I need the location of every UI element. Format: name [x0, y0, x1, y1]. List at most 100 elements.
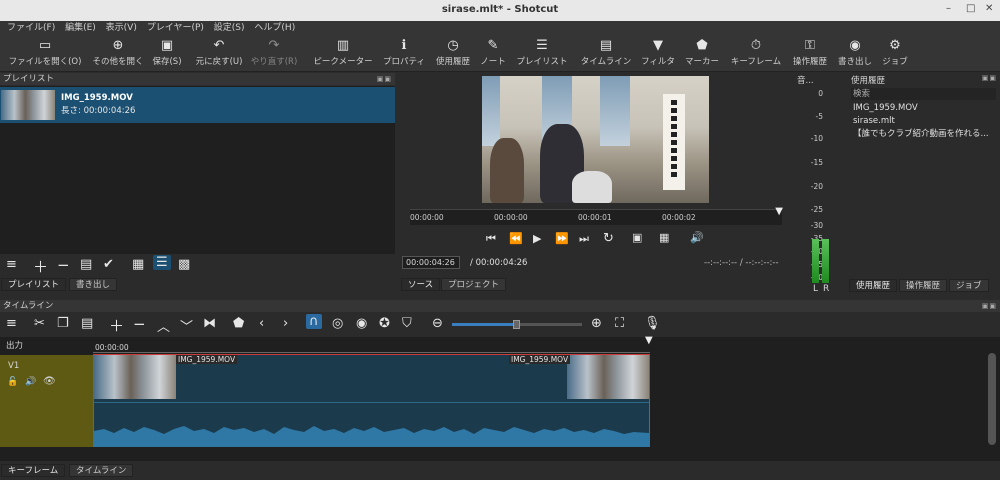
ripple-icon[interactable]: ◉: [356, 316, 367, 331]
timeline-button[interactable]: ▤ タイムライン: [578, 37, 634, 67]
menu-settings[interactable]: 設定(S): [214, 21, 245, 35]
append-icon[interactable]: ＋: [109, 315, 124, 336]
zoom-out-icon[interactable]: ⊖: [432, 316, 443, 331]
list-view-icon[interactable]: ☰: [153, 255, 171, 270]
save-button[interactable]: ▣ 保存(S): [150, 37, 184, 67]
playlist-item[interactable]: IMG_1959.MOV 長さ: 00:00:04:26: [0, 87, 395, 123]
tab-playlist[interactable]: プレイリスト: [1, 278, 67, 291]
player-ruler[interactable]: 00:00:00 00:00:00 00:00:01 00:00:02 ▼: [410, 206, 783, 225]
record-audio-icon[interactable]: 🎙: [644, 316, 661, 331]
export-button[interactable]: ◉ 書き出し: [836, 37, 874, 67]
mute-icon[interactable]: 🔊: [25, 377, 36, 387]
filter-button[interactable]: ▼ フィルタ: [640, 37, 676, 67]
overwrite-icon[interactable]: ﹀: [180, 316, 193, 335]
recent-search-input[interactable]: 検索: [851, 88, 996, 100]
play-icon[interactable]: ▶: [533, 232, 541, 245]
split-icon[interactable]: ⧓: [203, 316, 216, 331]
position-timecode-input[interactable]: 00:00:04:26: [402, 256, 460, 269]
menu-edit[interactable]: 編集(E): [65, 21, 96, 35]
open-file-button[interactable]: ▭ ファイルを開く(O): [8, 37, 82, 67]
recent-item[interactable]: 【誰でもクラブ紹介動画を作れる...: [851, 128, 996, 140]
redo-button[interactable]: ↷ やり直す(R): [248, 37, 300, 67]
remove-icon[interactable]: −: [133, 315, 146, 333]
copy-icon[interactable]: ❐: [57, 316, 69, 331]
next-marker-icon[interactable]: ›: [283, 316, 288, 331]
visibility-icon[interactable]: 👁: [43, 376, 56, 387]
window-title: sirase.mlt* - Shotcut: [441, 4, 559, 15]
recent-item[interactable]: sirase.mlt: [851, 115, 996, 127]
skip-start-icon[interactable]: ⏮: [486, 232, 496, 246]
peak-meter-button[interactable]: ▥ ピークメーター: [312, 37, 374, 67]
dock-buttons-icon[interactable]: ▣▣: [982, 74, 997, 82]
banner-image: [663, 94, 685, 190]
recent-button[interactable]: ◷ 使用履歴: [434, 37, 472, 67]
open-other-button[interactable]: ⊕ その他を開く: [88, 37, 148, 67]
details-view-icon[interactable]: ▦: [132, 257, 144, 272]
zoom-fit-icon[interactable]: ⛶: [615, 316, 624, 331]
tab-recent[interactable]: 使用履歴: [849, 279, 898, 292]
cut-icon[interactable]: ✂: [34, 316, 45, 331]
recent-item[interactable]: IMG_1959.MOV: [851, 102, 996, 114]
menu-icon[interactable]: ≡: [6, 257, 17, 272]
previous-marker-icon[interactable]: ‹: [259, 316, 264, 331]
dock-buttons-icon[interactable]: ▣▣: [377, 73, 392, 85]
tab-history[interactable]: 操作履歴: [899, 279, 948, 292]
update-icon[interactable]: ▤: [80, 257, 92, 272]
ripple-all-icon[interactable]: ✪: [379, 316, 390, 331]
lift-icon[interactable]: ︿: [157, 316, 170, 335]
skip-end-icon[interactable]: ⏭: [579, 232, 589, 246]
dock-buttons-icon[interactable]: ▣▣: [982, 300, 997, 312]
maximize-icon[interactable]: □: [966, 3, 975, 14]
fast-forward-icon[interactable]: ⏩: [555, 232, 569, 245]
recent-panel: 使用履歴 ▣▣ 検索 IMG_1959.MOV sirase.mlt 【誰でもク…: [849, 74, 1000, 296]
rewind-icon[interactable]: ⏪: [509, 232, 523, 245]
lock-icon[interactable]: 🔓: [7, 377, 18, 387]
track-header-v1[interactable]: V1 🔓 🔊 👁: [0, 355, 93, 447]
grid-icon[interactable]: ▦: [659, 231, 669, 244]
tab-export[interactable]: 書き出し: [69, 278, 118, 291]
properties-button[interactable]: ℹ プロパティ: [382, 37, 426, 67]
tab-timeline[interactable]: タイムライン: [69, 464, 134, 477]
loop-icon[interactable]: ↻: [603, 231, 614, 246]
zoom-slider[interactable]: [452, 320, 582, 329]
menu-help[interactable]: ヘルプ(H): [254, 21, 295, 35]
check-icon[interactable]: ✔: [103, 257, 114, 272]
tab-project[interactable]: プロジェクト: [441, 278, 507, 291]
menu-file[interactable]: ファイル(F): [7, 21, 55, 35]
history-button[interactable]: ⚿ 操作履歴: [790, 37, 830, 67]
close-icon[interactable]: ✕: [985, 3, 993, 14]
keyframe-button[interactable]: ⏱ キーフレーム: [728, 37, 784, 67]
jobs-button[interactable]: ⚙ ジョブ: [880, 37, 910, 67]
playlist-button[interactable]: ☰ プレイリスト: [514, 37, 570, 67]
notes-icon: ✎: [487, 38, 499, 53]
menu-view[interactable]: 表示(V): [106, 21, 137, 35]
timeline-clip[interactable]: IMG_1959.MOV IMG_1959.MOV: [93, 354, 650, 447]
ripple-markers-icon[interactable]: ⛉: [402, 316, 412, 331]
video-preview[interactable]: [482, 76, 709, 203]
paste-icon[interactable]: ▤: [81, 316, 93, 331]
undo-button[interactable]: ↶ 元に戻す(U): [192, 37, 246, 67]
tab-jobs[interactable]: ジョブ: [949, 279, 989, 292]
timeline-playhead-icon[interactable]: ▼: [645, 335, 653, 346]
playhead-icon[interactable]: ▼: [775, 206, 783, 217]
zoom-in-icon[interactable]: ⊕: [591, 316, 602, 331]
tab-keyframes[interactable]: キーフレーム: [1, 464, 66, 477]
playlist-list[interactable]: IMG_1959.MOV 長さ: 00:00:04:26: [0, 86, 395, 254]
remove-icon[interactable]: −: [57, 256, 70, 274]
volume-icon[interactable]: 🔊: [690, 231, 704, 244]
snap-icon[interactable]: ∩: [306, 314, 322, 329]
add-icon[interactable]: ＋: [33, 256, 48, 277]
duration-label: / 00:00:04:26: [470, 258, 528, 268]
audio-waveform: [94, 426, 649, 447]
scrub-icon[interactable]: ◎: [332, 316, 343, 331]
menu-player[interactable]: プレイヤー(P): [147, 21, 204, 35]
notes-button[interactable]: ✎ ノート: [478, 37, 508, 67]
tab-source[interactable]: ソース: [401, 278, 441, 291]
zoom-icon[interactable]: ▣: [632, 231, 642, 244]
marker-icon[interactable]: ⬟: [233, 316, 244, 331]
menu-icon[interactable]: ≡: [6, 316, 17, 331]
marker-button[interactable]: ⬟ マーカー: [682, 37, 722, 67]
minimize-icon[interactable]: –: [946, 3, 951, 14]
icon-view-icon[interactable]: ▩: [178, 257, 190, 272]
timeline-scrollbar[interactable]: [988, 353, 996, 445]
